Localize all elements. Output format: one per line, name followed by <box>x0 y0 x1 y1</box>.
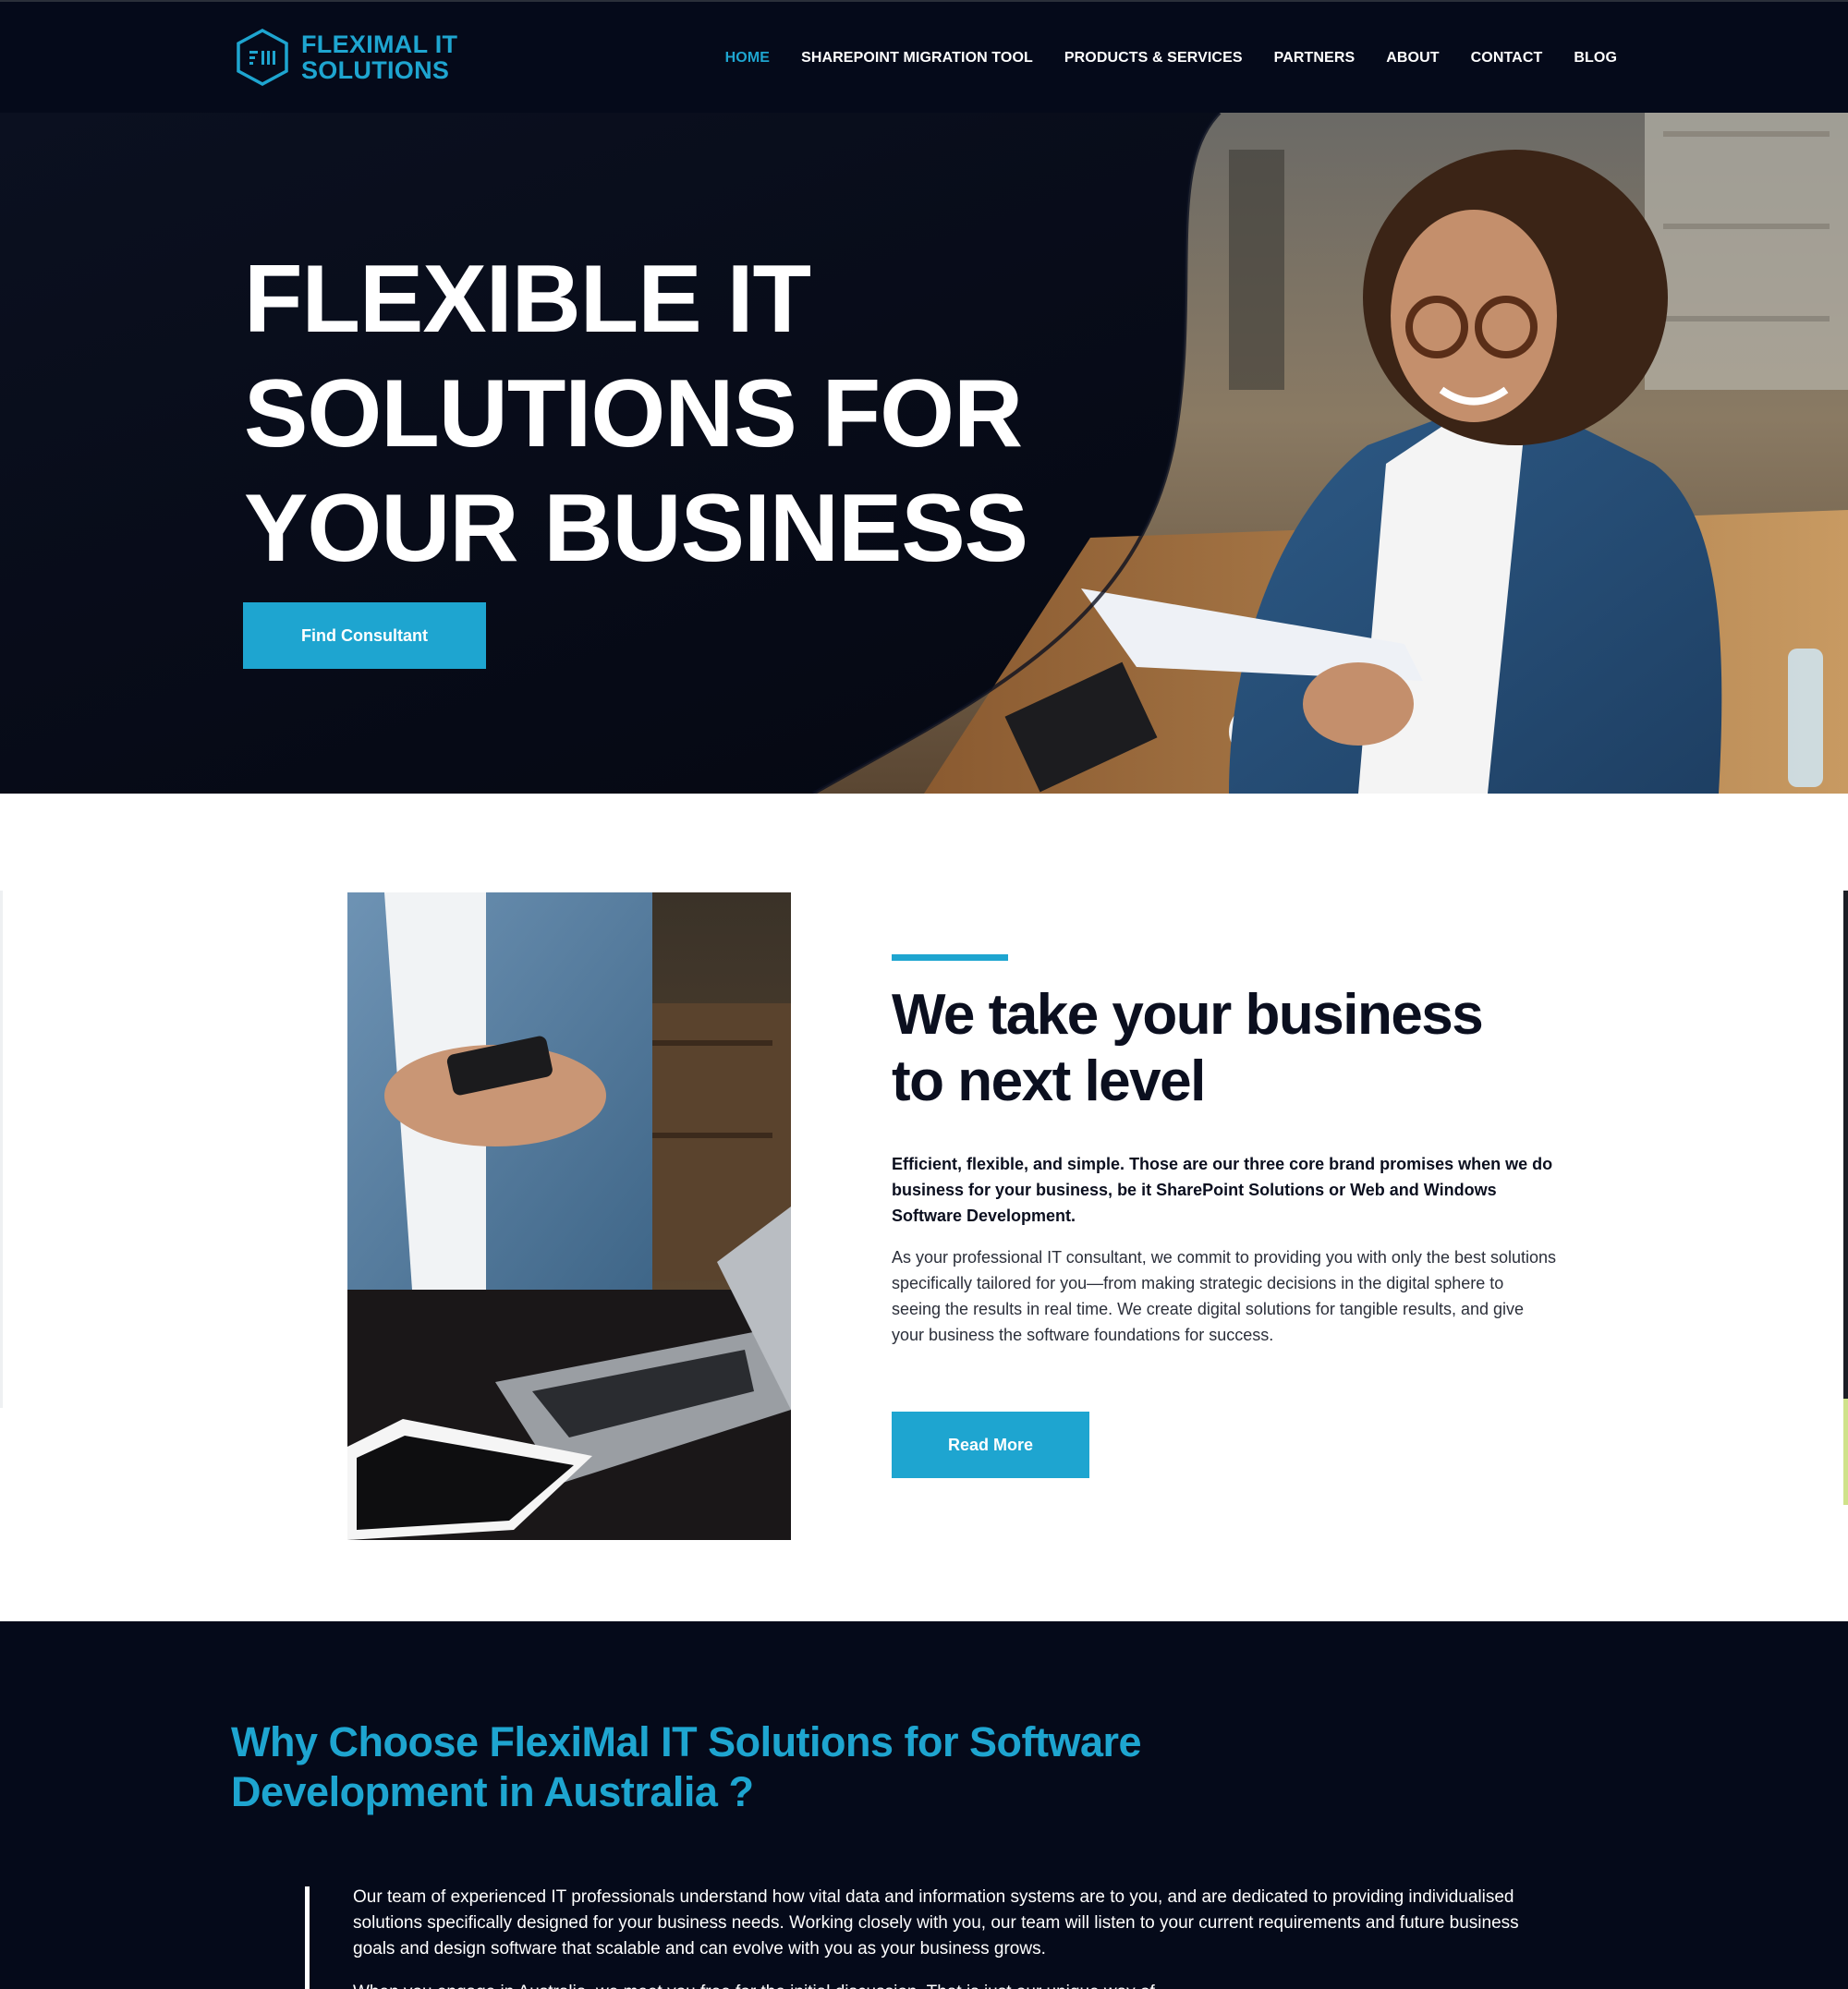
brand-name: FLEXIMAL IT SOLUTIONS <box>301 31 457 83</box>
right-edge-strip-green <box>1843 1399 1848 1505</box>
nav-item-about[interactable]: ABOUT <box>1386 50 1439 67</box>
hero-title-line-3: YOUR BUSINESS <box>244 475 1028 582</box>
read-more-button[interactable]: Read More <box>892 1412 1089 1478</box>
about-photo <box>347 892 791 1540</box>
nav-item-blog[interactable]: BLOG <box>1574 50 1617 67</box>
nav-item-products-services[interactable]: PRODUCTS & SERVICES <box>1064 50 1243 67</box>
hero-section: FLEXIBLE IT SOLUTIONS FOR YOUR BUSINESS … <box>0 113 1848 794</box>
why-title-line-2: Development in Australia ? <box>231 1768 754 1815</box>
nav-item-contact[interactable]: CONTACT <box>1471 50 1543 67</box>
main-nav: HOME SHAREPOINT MIGRATION TOOL PRODUCTS … <box>694 50 1617 67</box>
about-title-line-2: to next level <box>892 1049 1206 1113</box>
brand-logo[interactable]: FLEXIMAL IT SOLUTIONS <box>235 28 457 87</box>
about-title: We take your business to next level <box>892 982 1575 1115</box>
brand-line-2: SOLUTIONS <box>301 56 450 84</box>
site-header: FLEXIMAL IT SOLUTIONS HOME SHAREPOINT MI… <box>0 0 1848 113</box>
hero-title-line-1: FLEXIBLE IT <box>244 246 811 353</box>
logo-hexagon-icon <box>237 29 288 86</box>
why-body-text-2: When you engage in Australia, we meet yo… <box>353 1980 1536 1989</box>
nav-item-partners[interactable]: PARTNERS <box>1274 50 1356 67</box>
quote-rule <box>305 1886 310 1989</box>
about-title-line-1: We take your business <box>892 983 1484 1047</box>
left-edge-strip <box>0 891 3 1408</box>
about-lead-text: Efficient, flexible, and simple. Those a… <box>892 1155 1553 1225</box>
brand-line-1: FLEXIMAL IT <box>301 30 458 58</box>
hero-title-line-2: SOLUTIONS FOR <box>244 360 1023 467</box>
why-body-text: Our team of experienced IT professionals… <box>353 1887 1519 1959</box>
right-edge-strip-dark <box>1843 891 1848 1399</box>
section-accent-bar <box>892 954 1008 961</box>
nav-item-sharepoint-migration-tool[interactable]: SHAREPOINT MIGRATION TOOL <box>801 50 1033 67</box>
find-consultant-button[interactable]: Find Consultant <box>243 602 486 669</box>
about-body-text: As your professional IT consultant, we c… <box>892 1248 1557 1344</box>
hero-title: FLEXIBLE IT SOLUTIONS FOR YOUR BUSINESS <box>244 242 1028 586</box>
nav-item-home[interactable]: HOME <box>725 50 770 67</box>
about-section: We take your business to next level Effi… <box>0 794 1848 1621</box>
why-choose-title: Why Choose FlexiMal IT Solutions for Sof… <box>231 1717 1247 1817</box>
why-choose-section: Why Choose FlexiMal IT Solutions for Sof… <box>0 1621 1848 1989</box>
why-title-line-1: Why Choose FlexiMal IT Solutions for Sof… <box>231 1718 1142 1765</box>
